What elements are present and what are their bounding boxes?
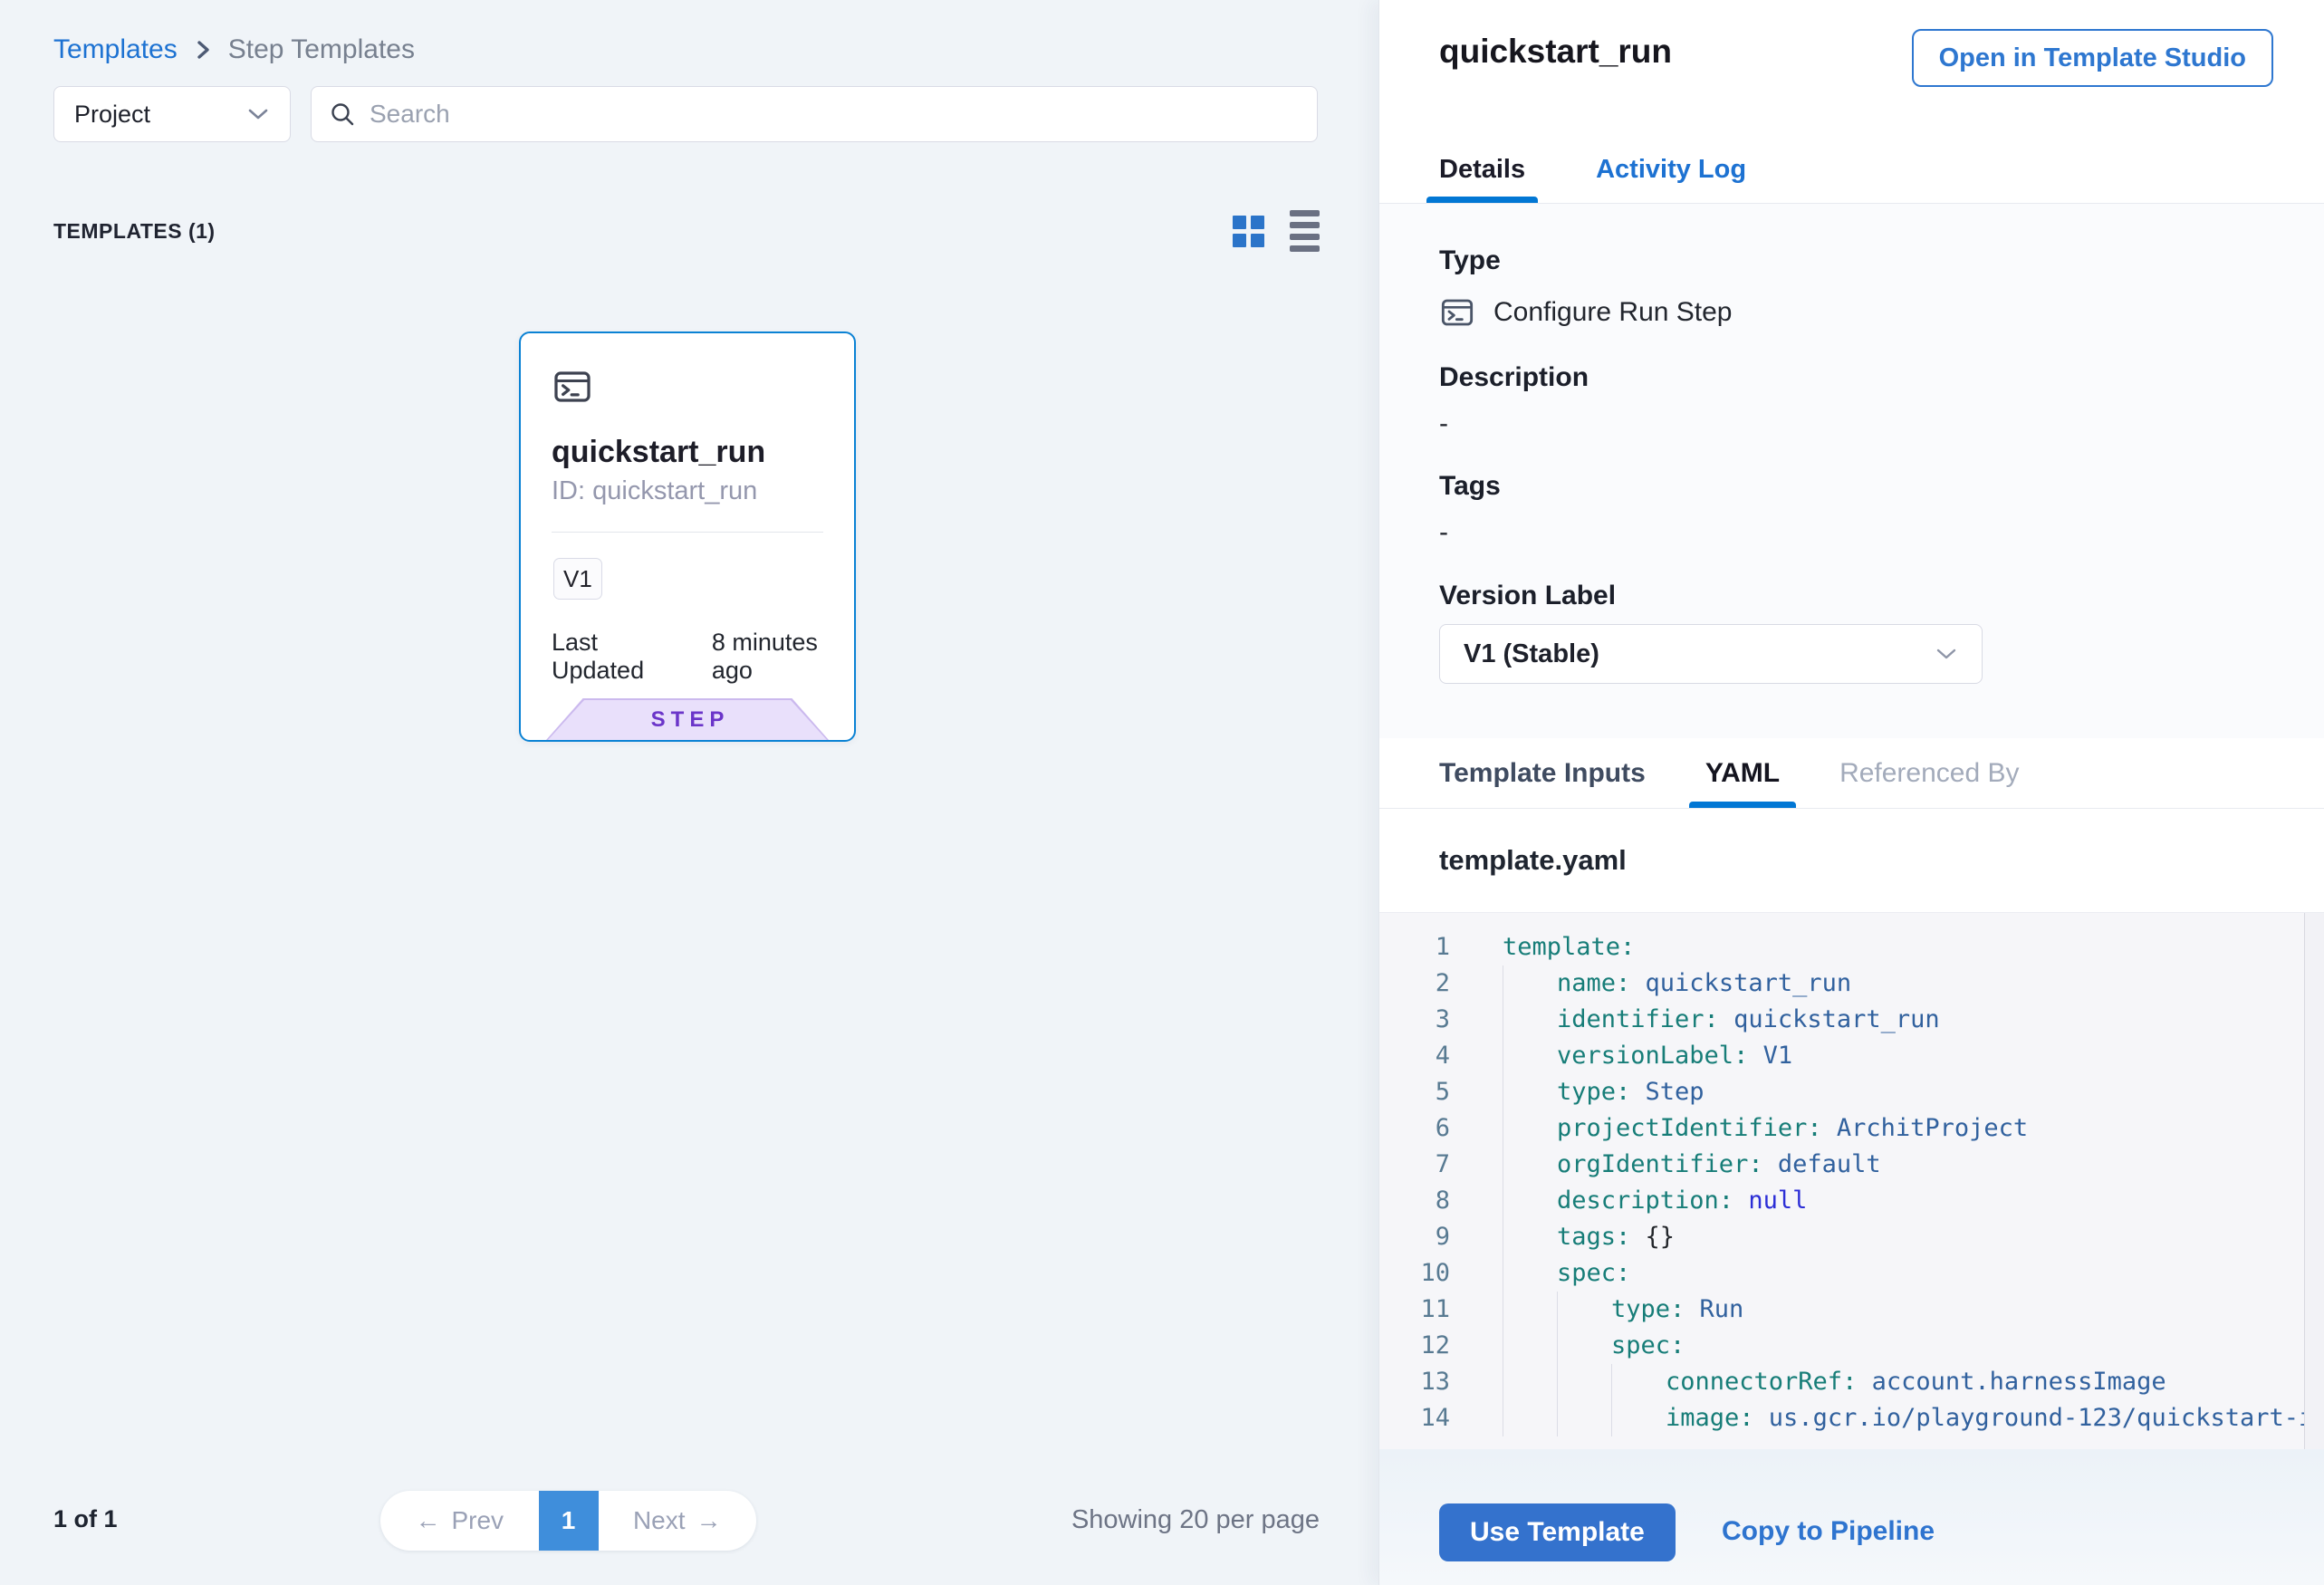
type-value: Configure Run Step bbox=[1493, 297, 1733, 328]
list-header-row: TEMPLATES (1) bbox=[53, 210, 1320, 252]
templates-page: Templates Step Templates Project TEMPLAT bbox=[0, 0, 2324, 1585]
last-updated-value: 8 minutes ago bbox=[712, 629, 854, 685]
yaml-file-name: template.yaml bbox=[1439, 844, 1627, 877]
chevron-down-icon bbox=[246, 107, 270, 121]
card-title: quickstart_run bbox=[552, 435, 765, 470]
yaml-code-line: 7orgIdentifier: default bbox=[1379, 1147, 2303, 1183]
panel-footer: Use Template Copy to Pipeline bbox=[1379, 1449, 2324, 1585]
template-card[interactable]: quickstart_run ID: quickstart_run V1 Las… bbox=[519, 331, 856, 742]
copy-to-pipeline-link[interactable]: Copy to Pipeline bbox=[1722, 1516, 1935, 1547]
per-page-label: Showing 20 per page bbox=[1064, 1505, 1327, 1535]
yaml-code-line: 13connectorRef: account.harnessImage bbox=[1379, 1364, 2303, 1400]
yaml-code-line: 14image: us.gcr.io/playground-123/quicks… bbox=[1379, 1400, 2303, 1436]
list-view-icon[interactable] bbox=[1290, 210, 1320, 252]
list-controls: Project bbox=[53, 86, 1318, 142]
grid-view-icon[interactable] bbox=[1233, 216, 1264, 247]
terminal-icon bbox=[552, 366, 593, 408]
search-input[interactable] bbox=[370, 100, 1301, 129]
breadcrumb-current: Step Templates bbox=[228, 34, 415, 65]
tab-template-inputs[interactable]: Template Inputs bbox=[1439, 738, 1646, 808]
yaml-code-line: 9tags: {} bbox=[1379, 1219, 2303, 1255]
chevron-down-icon bbox=[1935, 647, 1958, 661]
card-last-updated: Last Updated 8 minutes ago bbox=[552, 629, 854, 685]
yaml-code-line: 8description: null bbox=[1379, 1183, 2303, 1219]
tab-details[interactable]: Details bbox=[1439, 136, 1525, 203]
terminal-icon bbox=[1439, 294, 1475, 331]
breadcrumb: Templates Step Templates bbox=[53, 34, 415, 65]
last-updated-label: Last Updated bbox=[552, 629, 687, 685]
yaml-code-line: 1template: bbox=[1379, 929, 2303, 965]
search-box bbox=[311, 86, 1318, 142]
details-content: Type Configure Run Step Description - Ta… bbox=[1379, 204, 2324, 738]
step-ribbon-label: STEP bbox=[646, 707, 730, 733]
yaml-code-line: 5type: Step bbox=[1379, 1074, 2303, 1110]
yaml-code-line: 12spec: bbox=[1379, 1328, 2303, 1364]
search-icon bbox=[328, 100, 357, 129]
next-page-button[interactable]: Next → bbox=[599, 1491, 757, 1551]
card-id: ID: quickstart_run bbox=[552, 476, 757, 506]
template-details-panel: quickstart_run Open in Template Studio D… bbox=[1378, 0, 2324, 1585]
tags-label: Tags bbox=[1439, 471, 1501, 502]
breadcrumb-templates-link[interactable]: Templates bbox=[53, 34, 178, 65]
templates-list-panel: Templates Step Templates Project TEMPLAT bbox=[0, 0, 1378, 1585]
view-toggles bbox=[1233, 210, 1320, 252]
description-label: Description bbox=[1439, 362, 1589, 393]
page-summary: 1 of 1 bbox=[53, 1505, 118, 1533]
tab-activity-log[interactable]: Activity Log bbox=[1596, 136, 1746, 203]
tags-value: - bbox=[1439, 517, 1448, 548]
panel-header: quickstart_run Open in Template Studio bbox=[1379, 0, 2324, 136]
pagination: ← Prev 1 Next → bbox=[380, 1491, 756, 1551]
yaml-code-lines: 1template:2name: quickstart_run3identifi… bbox=[1379, 929, 2303, 1436]
yaml-tabbar: Template Inputs YAML Referenced By bbox=[1379, 738, 2324, 809]
version-badge: V1 bbox=[553, 558, 602, 600]
description-value: - bbox=[1439, 408, 1448, 439]
yaml-file-row: template.yaml bbox=[1379, 809, 2324, 913]
scope-select-value: Project bbox=[74, 101, 150, 129]
yaml-code-line: 3identifier: quickstart_run bbox=[1379, 1002, 2303, 1038]
tab-yaml[interactable]: YAML bbox=[1705, 738, 1780, 808]
yaml-code-line: 6projectIdentifier: ArchitProject bbox=[1379, 1110, 2303, 1147]
templates-count-label: TEMPLATES (1) bbox=[53, 219, 216, 244]
version-label: Version Label bbox=[1439, 581, 1616, 611]
version-select-value: V1 (Stable) bbox=[1464, 639, 1599, 669]
type-label: Type bbox=[1439, 245, 1501, 276]
page-1-button[interactable]: 1 bbox=[539, 1491, 599, 1551]
yaml-code-line: 2name: quickstart_run bbox=[1379, 965, 2303, 1002]
open-in-template-studio-button[interactable]: Open in Template Studio bbox=[1912, 29, 2273, 87]
chevron-right-icon bbox=[192, 37, 214, 62]
type-row: Configure Run Step bbox=[1439, 294, 1733, 331]
arrow-right-icon: → bbox=[696, 1506, 722, 1535]
prev-page-button[interactable]: ← Prev bbox=[380, 1491, 539, 1551]
tab-referenced-by[interactable]: Referenced By bbox=[1839, 738, 2019, 808]
card-divider bbox=[552, 532, 823, 533]
yaml-code-line: 10spec: bbox=[1379, 1255, 2303, 1292]
version-select[interactable]: V1 (Stable) bbox=[1439, 624, 1983, 684]
scope-select[interactable]: Project bbox=[53, 86, 291, 142]
panel-title: quickstart_run bbox=[1439, 33, 1672, 71]
details-tabbar: Details Activity Log bbox=[1379, 136, 2324, 204]
code-scrollbar[interactable] bbox=[2304, 913, 2324, 1449]
step-ribbon: STEP bbox=[546, 698, 829, 740]
yaml-code-line: 11type: Run bbox=[1379, 1292, 2303, 1328]
yaml-code-viewer: 1template:2name: quickstart_run3identifi… bbox=[1379, 913, 2324, 1449]
yaml-code-line: 4versionLabel: V1 bbox=[1379, 1038, 2303, 1074]
arrow-left-icon: ← bbox=[415, 1506, 440, 1535]
use-template-button[interactable]: Use Template bbox=[1439, 1503, 1676, 1561]
